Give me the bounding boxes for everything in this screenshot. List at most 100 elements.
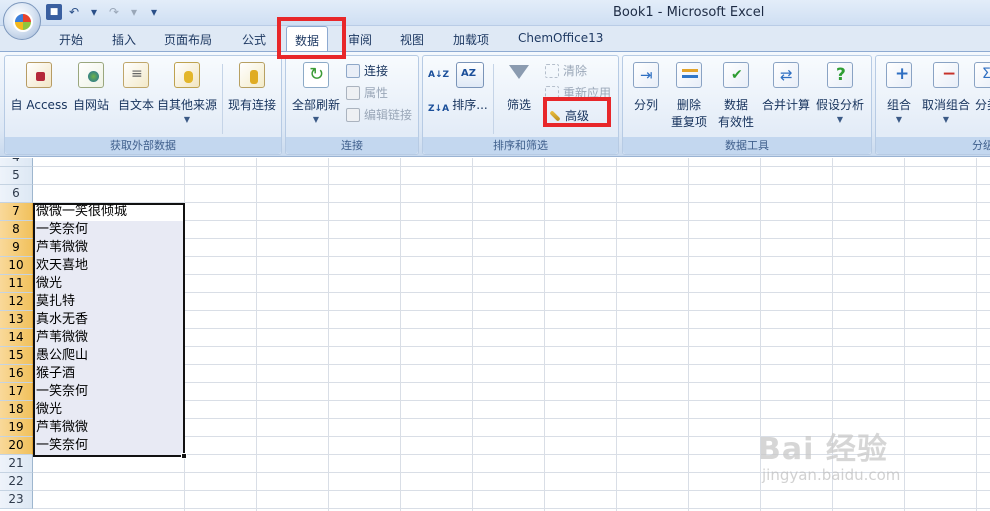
row-header[interactable]: 16 <box>0 365 33 383</box>
what-if-analysis-button[interactable]: 假设分析 ▼ <box>813 62 867 124</box>
consolidate-icon <box>773 62 799 88</box>
highlight-data-tab <box>277 17 346 59</box>
tab-home[interactable]: 开始 <box>59 31 83 48</box>
sort-ascending-button[interactable]: A↓Z <box>428 70 449 80</box>
row-gridline <box>33 490 990 491</box>
row-header[interactable]: 13 <box>0 311 33 329</box>
row-header[interactable]: 14 <box>0 329 33 347</box>
office-button[interactable] <box>3 2 41 40</box>
row-header[interactable]: 22 <box>0 473 33 491</box>
row-gridline <box>33 508 990 509</box>
undo-icon[interactable]: ↶ <box>66 4 82 20</box>
from-other-sources-button[interactable]: 自其他来源 ▼ <box>155 62 219 124</box>
fill-handle[interactable] <box>181 453 187 459</box>
row-header[interactable]: 18 <box>0 401 33 419</box>
redo-dropdown-icon[interactable]: ▾ <box>126 4 142 20</box>
subtotal-label: 分类 <box>974 98 990 112</box>
chevron-down-icon: ▼ <box>312 115 320 124</box>
row-gridline <box>33 184 990 185</box>
save-icon[interactable]: ■ <box>46 4 62 20</box>
tab-addins[interactable]: 加载项 <box>453 31 489 48</box>
row-header[interactable]: 7 <box>0 203 33 221</box>
row-header[interactable]: 10 <box>0 257 33 275</box>
sort-label: 排序... <box>452 98 488 112</box>
ungroup-label: 取消组合 <box>921 98 970 112</box>
row-header[interactable]: 17 <box>0 383 33 401</box>
tab-page-layout[interactable]: 页面布局 <box>164 31 212 48</box>
remove-duplicates-button[interactable]: 删除 重复项 <box>667 62 711 130</box>
text-file-icon <box>123 62 149 88</box>
tab-insert[interactable]: 插入 <box>112 31 136 48</box>
row-header[interactable]: 15 <box>0 347 33 365</box>
tab-view[interactable]: 视图 <box>400 31 424 48</box>
chevron-down-icon: ▼ <box>895 115 903 124</box>
from-access-button[interactable]: 自 Access <box>8 62 70 113</box>
row-header[interactable]: 6 <box>0 185 33 203</box>
row-header[interactable]: 9 <box>0 239 33 257</box>
row-header[interactable]: 20 <box>0 437 33 455</box>
ungroup-icon <box>933 62 959 88</box>
customize-toolbar-icon[interactable]: ▾ <box>146 4 162 20</box>
existing-connections-label: 现有连接 <box>227 98 276 112</box>
group-icon <box>886 62 912 88</box>
row-header[interactable]: 23 <box>0 491 33 509</box>
text-to-columns-label: 分列 <box>633 98 658 112</box>
text-to-columns-button[interactable]: 分列 <box>629 62 663 113</box>
selected-range-border <box>33 203 185 457</box>
row-header[interactable]: 21 <box>0 455 33 473</box>
chevron-down-icon: ▼ <box>183 115 191 124</box>
group-button[interactable]: 组合 ▼ <box>880 62 918 124</box>
row-header[interactable]: 8 <box>0 221 33 239</box>
sort-descending-button[interactable]: Z↓A <box>428 104 449 114</box>
sort-button[interactable]: 排序... <box>451 62 489 113</box>
clear-filter-label: 清除 <box>563 64 588 78</box>
column-gridline <box>256 158 257 511</box>
row-header[interactable]: 12 <box>0 293 33 311</box>
tab-review[interactable]: 审阅 <box>348 31 372 48</box>
group-label-outline: 分级 <box>876 137 990 154</box>
other-sources-icon <box>174 62 200 88</box>
group-outline: 组合 ▼ 取消组合 ▼ 分类 分级 <box>875 55 990 155</box>
filter-funnel-icon <box>506 62 532 88</box>
row-header[interactable]: 5 <box>0 167 33 185</box>
ribbon-tab-row: 开始 插入 页面布局 公式 数据 审阅 视图 加载项 ChemOffice13 <box>0 26 990 52</box>
from-web-button[interactable]: 自网站 <box>68 62 114 113</box>
link-icon <box>346 107 360 122</box>
watermark-url: jingyan.baidu.com <box>762 466 901 484</box>
existing-connections-button[interactable]: 现有连接 <box>226 62 278 113</box>
consolidate-label: 合并计算 <box>761 98 810 112</box>
properties-button[interactable]: 属性 <box>346 84 388 101</box>
highlight-advanced-button <box>543 97 611 127</box>
row-header[interactable]: 11 <box>0 275 33 293</box>
subtotal-button[interactable]: 分类 <box>972 62 990 113</box>
data-validation-icon <box>723 62 749 88</box>
redo-icon[interactable]: ↷ <box>106 4 122 20</box>
tab-formulas[interactable]: 公式 <box>242 31 266 48</box>
column-gridline <box>400 158 401 511</box>
column-gridline <box>472 158 473 511</box>
tab-chemoffice[interactable]: ChemOffice13 <box>518 31 603 45</box>
filter-label: 筛选 <box>506 98 531 112</box>
clear-filter-button[interactable]: 清除 <box>545 62 587 79</box>
connections-button[interactable]: 连接 <box>346 62 388 79</box>
window-title: Book1 - Microsoft Excel <box>613 5 765 20</box>
properties-icon <box>346 85 360 100</box>
sort-ascending-icon: A↓Z <box>428 70 450 80</box>
row-header[interactable]: 4 <box>0 158 33 167</box>
column-gridline <box>616 158 617 511</box>
from-access-label: 自 Access <box>10 98 68 112</box>
filter-button[interactable]: 筛选 <box>501 62 537 113</box>
data-validation-button[interactable]: 数据 有效性 <box>711 62 761 130</box>
refresh-all-button[interactable]: 全部刷新 ▼ <box>290 62 342 124</box>
from-text-button[interactable]: 自文本 <box>111 62 161 113</box>
quick-access-toolbar: ■ ↶ ▾ ↷ ▾ ▾ <box>46 4 162 20</box>
separator <box>222 64 223 134</box>
group-label: 组合 <box>886 98 911 112</box>
row-header[interactable]: 19 <box>0 419 33 437</box>
ungroup-button[interactable]: 取消组合 ▼ <box>920 62 972 124</box>
undo-dropdown-icon[interactable]: ▾ <box>86 4 102 20</box>
clear-filter-icon <box>545 63 559 78</box>
edit-links-button[interactable]: 编辑链接 <box>346 106 412 123</box>
group-label-connections: 连接 <box>286 137 418 154</box>
consolidate-button[interactable]: 合并计算 <box>761 62 811 113</box>
